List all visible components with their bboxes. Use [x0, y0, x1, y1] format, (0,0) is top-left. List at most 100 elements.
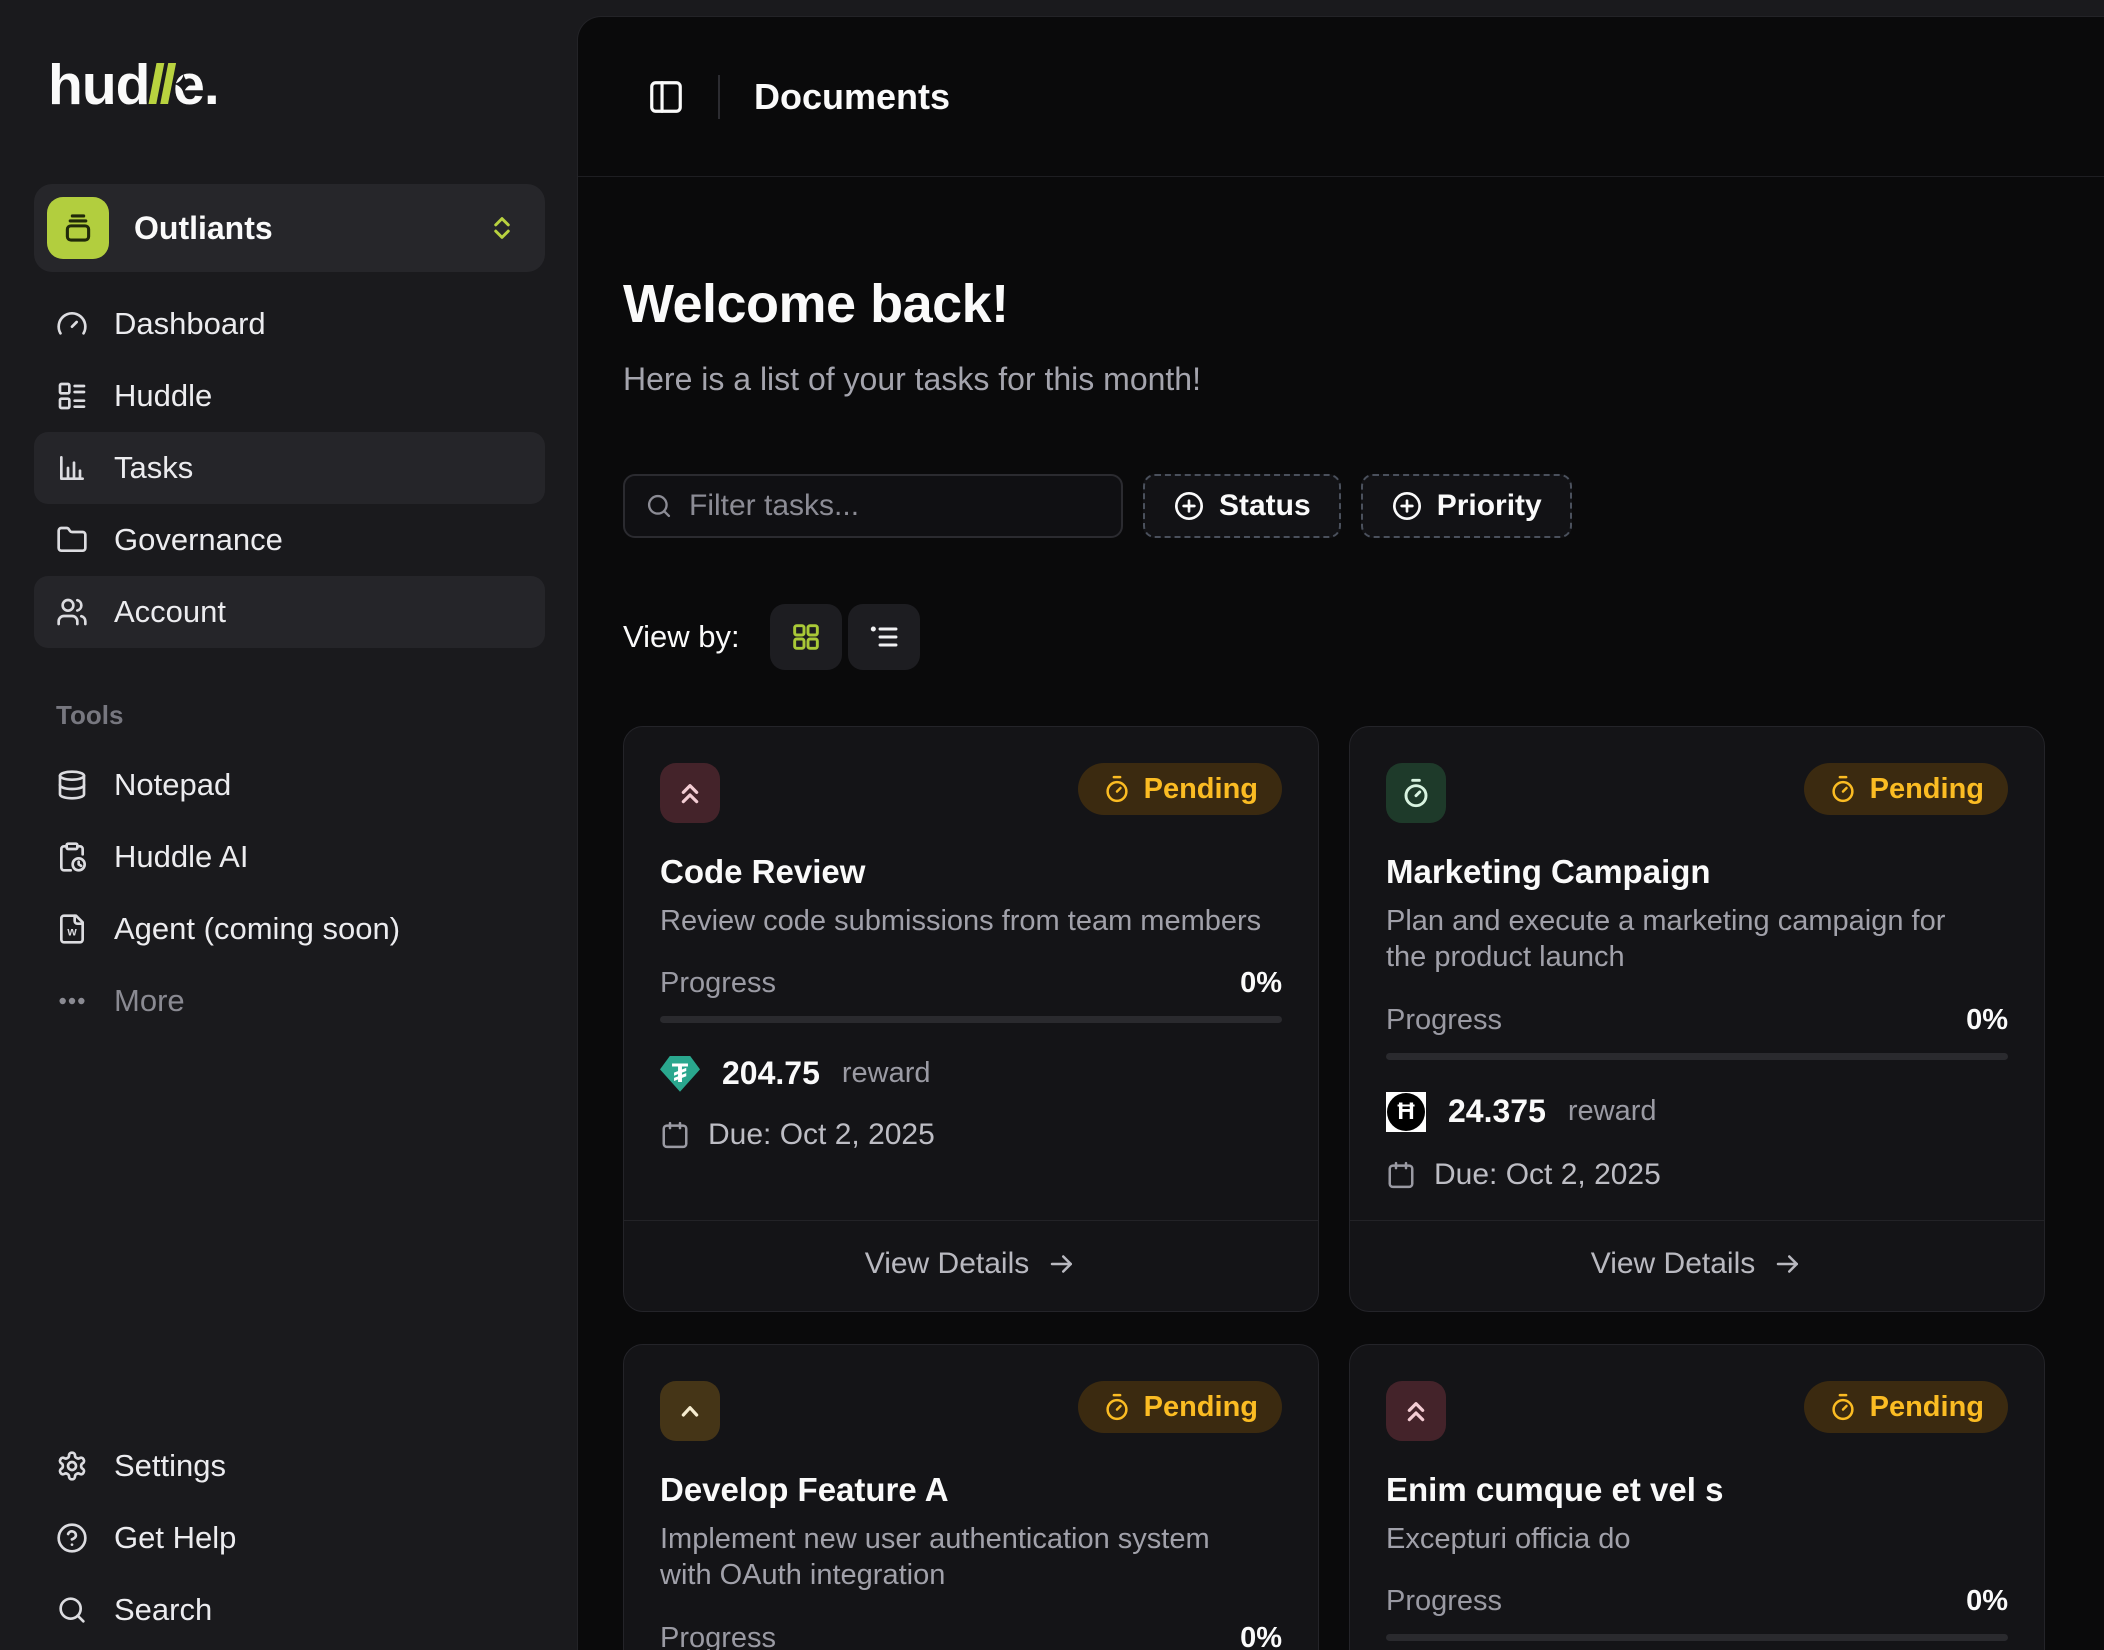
status-filter-button[interactable]: Status: [1143, 474, 1341, 538]
reward-value: 204.75: [722, 1055, 820, 1092]
task-title: Marketing Campaign: [1386, 853, 2008, 891]
view-details-button[interactable]: View Details: [1350, 1220, 2044, 1311]
status-badge: Pending: [1078, 763, 1282, 815]
progress-bar: [1386, 1053, 2008, 1060]
grid-view-toggle[interactable]: [770, 604, 842, 670]
logo-text-lime: ll: [147, 53, 171, 117]
timer-icon: [1102, 774, 1132, 804]
task-card: Pending Code Review Review code submissi…: [623, 726, 1319, 1312]
progress-label: Progress: [1386, 1585, 1502, 1618]
chevrons-up-down-icon: [487, 213, 517, 243]
priority-medium-timer-icon: [1386, 763, 1446, 823]
sidebar-item-search[interactable]: Search: [34, 1574, 545, 1646]
page-title: Documents: [754, 76, 950, 118]
reward-word: reward: [1568, 1095, 1657, 1128]
sidebar-tools-nav: Notepad Huddle AI w Agent (coming soon) …: [34, 749, 545, 1037]
priority-high-chevrons-up-icon: [1386, 1381, 1446, 1441]
tether-coin-icon: ₮: [660, 1056, 700, 1092]
sidebar-item-get-help[interactable]: Get Help: [34, 1502, 545, 1574]
ellipsis-icon: [56, 985, 88, 1017]
sidebar: hudlle.✦ Outliants Dashboard Huddle Task…: [0, 0, 577, 1650]
sidebar-item-agent[interactable]: w Agent (coming soon): [34, 893, 545, 965]
filter-tasks-input[interactable]: [689, 489, 1101, 523]
sidebar-item-label: Notepad: [114, 767, 231, 803]
status-badge: Pending: [1804, 1381, 2008, 1433]
sidebar-item-label: Settings: [114, 1448, 226, 1484]
sidebar-item-more[interactable]: More: [34, 965, 545, 1037]
sidebar-item-label: Search: [114, 1592, 212, 1628]
timer-icon: [1828, 774, 1858, 804]
priority-filter-label: Priority: [1437, 489, 1542, 523]
sidebar-item-tasks[interactable]: Tasks: [34, 432, 545, 504]
folder-icon: [56, 524, 88, 556]
progress-bar: [1386, 1634, 2008, 1641]
sidebar-item-huddle-ai[interactable]: Huddle AI: [34, 821, 545, 893]
view-details-label: View Details: [1591, 1247, 1756, 1281]
grid-icon: [790, 621, 822, 653]
sidebar-item-dashboard[interactable]: Dashboard: [34, 288, 545, 360]
task-title: Code Review: [660, 853, 1282, 891]
status-badge-label: Pending: [1144, 1391, 1258, 1424]
progress-label: Progress: [660, 1622, 776, 1650]
status-badge: Pending: [1804, 763, 2008, 815]
task-title: Enim cumque et vel s: [1386, 1471, 2008, 1509]
task-card: Pending Develop Feature A Implement new …: [623, 1344, 1319, 1650]
list-icon: [868, 621, 900, 653]
sidebar-toggle-icon[interactable]: [644, 75, 688, 119]
reward-word: reward: [842, 1057, 931, 1090]
task-description: Plan and execute a marketing campaign fo…: [1386, 903, 1946, 976]
view-details-button[interactable]: View Details: [624, 1220, 1318, 1311]
logo-text-1: hud: [48, 53, 149, 117]
tools-section-label: Tools: [56, 700, 545, 731]
svg-text:w: w: [66, 925, 77, 939]
workspace-name: Outliants: [134, 210, 273, 247]
task-title: Develop Feature A: [660, 1471, 1282, 1509]
sidebar-item-account[interactable]: Account: [34, 576, 545, 648]
status-badge-label: Pending: [1870, 1391, 1984, 1424]
app-logo: hudlle.✦: [48, 52, 545, 118]
file-w-icon: w: [56, 913, 88, 945]
task-card: Pending Marketing Campaign Plan and exec…: [1349, 726, 2045, 1312]
arrow-right-icon: [1047, 1249, 1077, 1279]
sidebar-item-label: Huddle AI: [114, 839, 248, 875]
task-description: Excepturi officia do: [1386, 1521, 2008, 1557]
sidebar-item-label: Huddle: [114, 378, 212, 414]
sidebar-item-governance[interactable]: Governance: [34, 504, 545, 576]
workspace-selector[interactable]: Outliants: [34, 184, 545, 272]
search-icon: [56, 1594, 88, 1626]
task-card: Pending Enim cumque et vel s Excepturi o…: [1349, 1344, 2045, 1650]
due-date: Due: Oct 2, 2025: [1434, 1158, 1661, 1192]
list-view-toggle[interactable]: [848, 604, 920, 670]
filter-tasks-field[interactable]: [623, 474, 1123, 538]
logo-sparkle-icon: ✦: [171, 68, 195, 103]
status-badge-label: Pending: [1870, 773, 1984, 806]
viewby-label: View by:: [623, 619, 740, 655]
sidebar-item-notepad[interactable]: Notepad: [34, 749, 545, 821]
progress-label: Progress: [1386, 1004, 1502, 1037]
sidebar-footer: Settings Get Help Search: [34, 1430, 545, 1646]
calendar-icon: [1386, 1160, 1416, 1190]
sidebar-item-label: Dashboard: [114, 306, 266, 342]
sidebar-item-huddle[interactable]: Huddle: [34, 360, 545, 432]
status-badge-label: Pending: [1144, 773, 1258, 806]
sidebar-item-label: Account: [114, 594, 226, 630]
reward-value: 24.375: [1448, 1093, 1546, 1130]
priority-filter-button[interactable]: Priority: [1361, 474, 1572, 538]
view-mode-row: View by:: [623, 604, 2044, 670]
gear-icon: [56, 1450, 88, 1482]
help-circle-icon: [56, 1522, 88, 1554]
status-badge: Pending: [1078, 1381, 1282, 1433]
sidebar-item-settings[interactable]: Settings: [34, 1430, 545, 1502]
task-cards-grid: Pending Code Review Review code submissi…: [623, 726, 2044, 1650]
main-panel: Documents Welcome back! Here is a list o…: [577, 16, 2104, 1650]
sidebar-item-label: Agent (coming soon): [114, 911, 400, 947]
priority-chevron-up-icon: [660, 1381, 720, 1441]
circle-plus-icon: [1391, 490, 1423, 522]
database-icon: [56, 769, 88, 801]
timer-icon: [1102, 1392, 1132, 1422]
progress-value: 0%: [1240, 967, 1282, 1000]
welcome-heading: Welcome back!: [623, 273, 2044, 335]
users-icon: [56, 596, 88, 628]
progress-value: 0%: [1240, 1622, 1282, 1650]
bar-chart-icon: [56, 452, 88, 484]
